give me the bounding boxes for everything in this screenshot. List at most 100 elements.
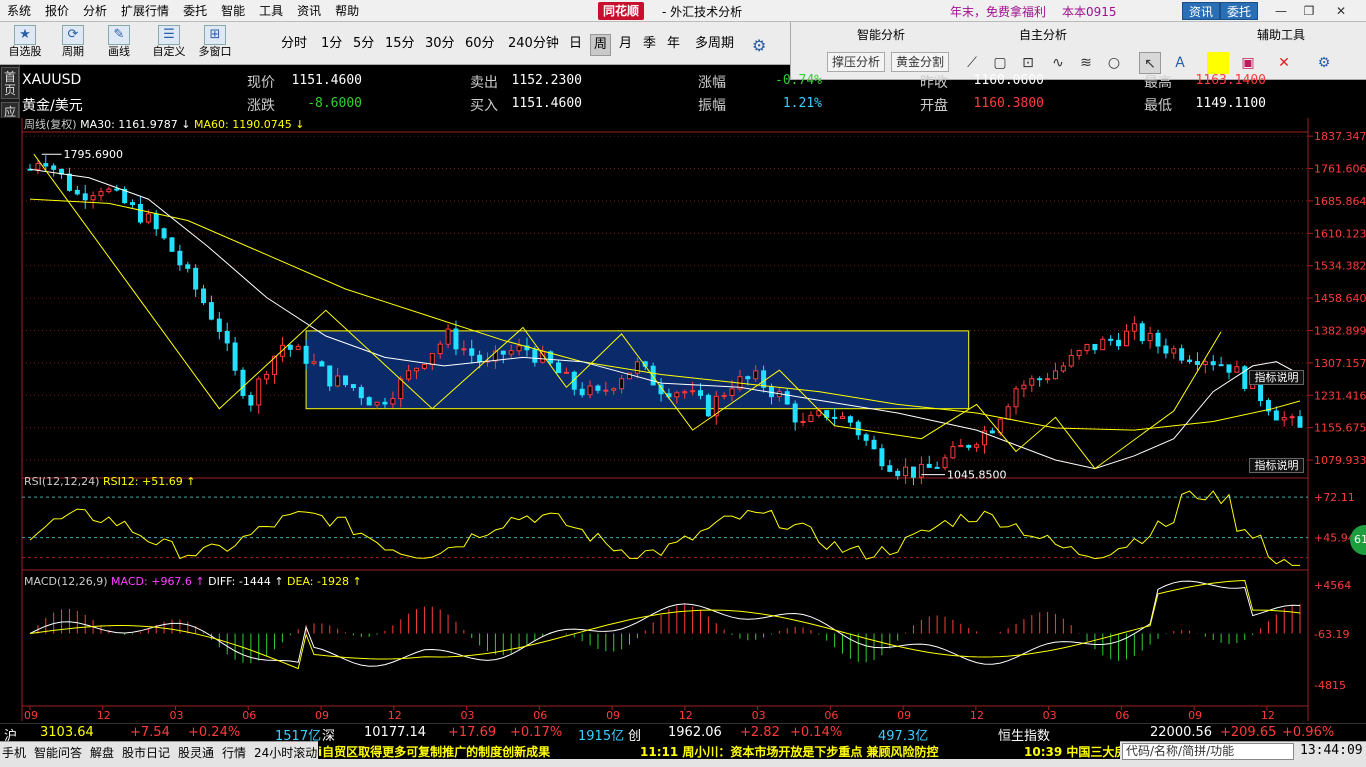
period-tab[interactable]: 年 [664, 34, 683, 54]
tool-button[interactable]: ★ 自选股 [6, 24, 44, 62]
close-button[interactable]: ✕ [1330, 2, 1352, 20]
candle-body [745, 376, 751, 380]
period-tab[interactable]: 15分 [382, 34, 418, 54]
aux-tools-header[interactable]: 辅助工具 [1257, 26, 1305, 43]
candle-body [918, 463, 924, 478]
high-label: 1795.6900 [64, 148, 124, 161]
candle-body [721, 394, 727, 397]
candle-body [366, 397, 372, 406]
status-button[interactable]: 行情 [222, 745, 246, 761]
kline-chart[interactable]: 1837.3475 1761.6064 1685.8649 1610.1235 1534… [0, 118, 1366, 723]
menu-item[interactable]: 委托 [176, 0, 214, 22]
candle-body [863, 434, 869, 441]
candle-body [1076, 350, 1082, 356]
menu-item[interactable]: 帮助 [328, 0, 366, 22]
news-item[interactable]: 11:11 周小川：资本市场开放是下步重点 兼顾风险防控 [640, 743, 939, 759]
candle-body [516, 345, 522, 352]
menu-item[interactable]: 资讯 [290, 0, 328, 22]
tool-label: 自定义 [152, 45, 186, 58]
candle-body [445, 328, 451, 345]
candle-body [634, 361, 640, 374]
status-button[interactable]: 手机 [2, 745, 26, 761]
candle-body [130, 202, 136, 205]
candle-body [792, 403, 798, 423]
candle-body [1273, 410, 1279, 421]
candle-body [177, 250, 183, 266]
candle-body [240, 369, 246, 396]
status-button[interactable]: 24小时滚动 [254, 745, 317, 761]
ticker-item: +17.69 [448, 725, 497, 740]
candle-body [879, 448, 885, 467]
macd-value: MACD: +967.6 ↑ [111, 575, 208, 588]
tool-button[interactable]: ✎ 画线 [100, 24, 138, 62]
menu-item[interactable]: 智能 [214, 0, 252, 22]
candle-body [942, 457, 948, 469]
candle-body [500, 350, 506, 355]
search-input[interactable]: 代码/名称/简拼/功能 [1122, 743, 1294, 760]
macd-label: MACD(12,26,9) [24, 575, 111, 588]
menu-item[interactable]: 扩展行情 [114, 0, 176, 22]
period-settings-icon[interactable]: ⚙ [752, 36, 766, 55]
candle-body [90, 195, 96, 201]
legend-ma60: MA60: 1190.0745 ↓ [194, 118, 304, 131]
tool-button[interactable]: ⟳ 周期 [54, 24, 92, 62]
pressure-analysis-button[interactable]: 撑压分析 [827, 52, 886, 72]
period-tab[interactable]: 5分 [350, 34, 377, 54]
minimize-button[interactable]: — [1270, 2, 1292, 20]
candle-body [358, 387, 364, 399]
candle-body [619, 378, 625, 390]
rsi-value: RSI12: +51.69 ↑ [103, 475, 196, 488]
candle-body [1147, 332, 1153, 342]
macd-explain-button[interactable]: 指标说明 [1249, 458, 1304, 473]
tool-button[interactable]: ☰ 自定义 [150, 24, 188, 62]
news-button[interactable]: 资讯 [1182, 2, 1221, 20]
candle-body [839, 416, 845, 419]
menu-item[interactable]: 工具 [252, 0, 290, 22]
candle-body [295, 345, 301, 350]
period-tab[interactable]: 周 [590, 34, 612, 56]
news-item[interactable]: i自贸区取得更多可复制推广的制度创新成果 [318, 743, 550, 759]
self-analysis-header[interactable]: 自主分析 [1019, 26, 1067, 43]
candle-body [1123, 330, 1129, 347]
maximize-button[interactable]: ❐ [1298, 2, 1320, 20]
side-tab[interactable]: 首页 [1, 67, 19, 99]
candle-body [185, 264, 191, 269]
period-tab[interactable]: 日 [566, 34, 585, 54]
candle-body [753, 370, 759, 380]
status-button[interactable]: 智能问答 [34, 745, 82, 761]
candle-body [335, 375, 341, 387]
rsi-explain-button[interactable]: 指标说明 [1249, 370, 1304, 385]
candle-body [1060, 365, 1066, 372]
candle-body [51, 165, 57, 170]
period-tab[interactable]: 季 [640, 34, 659, 54]
period-tab[interactable]: 多周期 [692, 34, 737, 54]
menu-item[interactable]: 分析 [76, 0, 114, 22]
candle-body [1131, 323, 1137, 332]
period-tab[interactable]: 60分 [462, 34, 498, 54]
period-tab[interactable]: 月 [616, 34, 635, 54]
status-button[interactable]: 股灵通 [178, 745, 214, 761]
period-tab[interactable]: 分时 [278, 34, 310, 54]
candle-body [532, 349, 538, 363]
x-tick-label: 12 [388, 709, 402, 722]
promo-link[interactable]: 年末，免费拿福利 [950, 3, 1046, 20]
status-button[interactable]: 解盘 [90, 745, 114, 761]
smart-analysis-header[interactable]: 智能分析 [857, 26, 905, 43]
status-button[interactable]: 股市日记 [122, 745, 170, 761]
period-tab[interactable]: 30分 [422, 34, 458, 54]
index-ticker: 沪 3103.64 +7.54 +0.24% 1517亿深 10177.14 +17.69 +… [0, 723, 1366, 744]
quote-value: 1160.3800 [973, 96, 1044, 111]
tool-icon: ⟳ [62, 25, 84, 45]
news-scroller[interactable]: i自贸区取得更多可复制推广的制度创新成果 11:11 周小川：资本市场开放是下步重… [318, 741, 1120, 759]
menu-item[interactable]: 系统 [0, 0, 38, 22]
tool-icon: ⊞ [204, 25, 226, 45]
news-item[interactable]: 10:39 中国三大房地 [1024, 743, 1120, 759]
tool-button[interactable]: ⊞ 多窗口 [196, 24, 234, 62]
golden-section-button[interactable]: 黄金分割 [891, 52, 950, 72]
period-tab[interactable]: 1分 [318, 34, 345, 54]
menu-item[interactable]: 报价 [38, 0, 76, 22]
candle-body [319, 361, 325, 367]
period-tab[interactable]: 240分钟 [505, 34, 562, 54]
x-tick-label: 09 [1188, 709, 1202, 722]
trade-button[interactable]: 委托 [1220, 2, 1259, 20]
